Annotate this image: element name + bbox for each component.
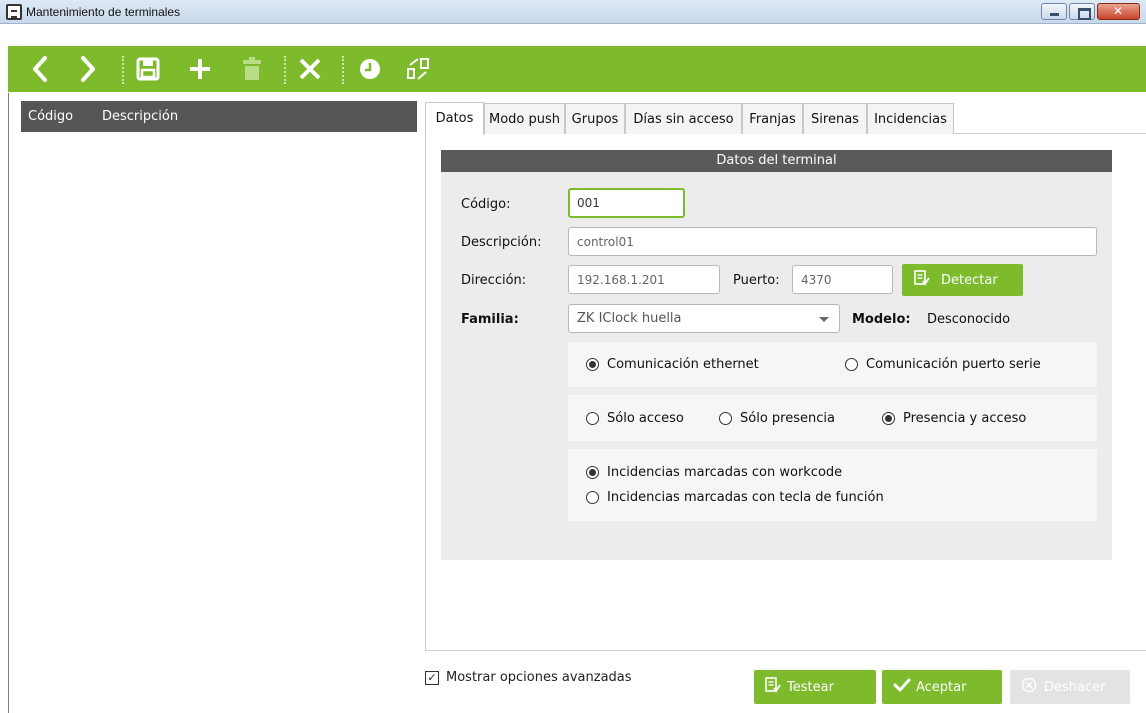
save-icon[interactable] — [130, 46, 166, 92]
tab-grupos[interactable]: Grupos — [565, 103, 625, 134]
minimize-button[interactable] — [1041, 3, 1067, 20]
testear-label: Testear — [787, 679, 834, 695]
toolbar-separator — [342, 56, 344, 84]
descripcion-input[interactable]: control01 — [568, 227, 1097, 256]
window-title-bar: Mantenimiento de terminales — [0, 0, 1146, 24]
checkbox-checked: ✓ — [425, 670, 439, 685]
column-header-descripcion[interactable]: Descripción — [102, 109, 178, 124]
puerto-input[interactable]: 4370 — [792, 265, 893, 294]
tab-datos[interactable]: Datos — [425, 102, 484, 135]
toolbar — [8, 46, 1146, 92]
incidencias-group: Incidencias marcadas con workcode Incide… — [568, 449, 1097, 521]
window-title: Mantenimiento de terminales — [26, 5, 181, 19]
familia-select[interactable]: ZK IClock huella — [568, 304, 840, 333]
list-header: Código Descripción — [21, 101, 417, 132]
trash-icon[interactable] — [234, 46, 270, 92]
chevron-right-icon[interactable] — [70, 46, 106, 92]
maximize-button[interactable] — [1069, 3, 1095, 20]
aceptar-button[interactable]: Aceptar — [882, 670, 1002, 704]
codigo-label: Código: — [461, 197, 511, 212]
codigo-input[interactable]: 001 — [568, 188, 685, 218]
cancel-circle-icon — [1021, 677, 1037, 697]
deshacer-button[interactable]: Deshacer — [1010, 670, 1130, 704]
radio-presencia-acceso[interactable]: Presencia y acceso — [882, 411, 1026, 426]
radio-incidencias-workcode[interactable]: Incidencias marcadas con workcode — [586, 465, 842, 480]
testear-button[interactable]: Testear — [754, 670, 876, 704]
aceptar-label: Aceptar — [916, 679, 967, 695]
toolbar-spacer — [8, 24, 1146, 46]
tab-sirenas[interactable]: Sirenas — [803, 103, 867, 134]
window-left-border — [8, 93, 9, 713]
radio-button — [586, 491, 599, 504]
radio-label: Incidencias marcadas con workcode — [607, 465, 843, 480]
radio-button — [586, 412, 599, 425]
radio-label: Incidencias marcadas con tecla de funció… — [607, 490, 884, 505]
direccion-input[interactable]: 192.168.1.201 — [568, 265, 720, 294]
comunicacion-group: Comunicación ethernet Comunicación puert… — [568, 342, 1097, 387]
puerto-label: Puerto: — [733, 273, 780, 288]
detectar-label: Detectar — [941, 272, 998, 288]
direccion-label: Dirección: — [461, 273, 527, 288]
familia-value: ZK IClock huella — [577, 311, 682, 326]
modelo-value: Desconocido — [927, 312, 1011, 327]
radio-label: Sólo acceso — [607, 411, 684, 426]
modelo-label: Modelo: — [852, 312, 911, 327]
radio-comunicacion-serie[interactable]: Comunicación puerto serie — [845, 357, 1041, 372]
tab-incidencias[interactable]: Incidencias — [867, 103, 954, 134]
checkbox-label: Mostrar opciones avanzadas — [446, 670, 632, 685]
radio-label: Comunicación puerto serie — [866, 357, 1041, 372]
close-window-button[interactable] — [1097, 3, 1140, 20]
radio-comunicacion-ethernet[interactable]: Comunicación ethernet — [586, 357, 759, 372]
radio-incidencias-tecla[interactable]: Incidencias marcadas con tecla de funció… — [586, 490, 884, 505]
detectar-button[interactable]: Detectar — [902, 264, 1023, 296]
column-header-codigo[interactable]: Código — [28, 109, 73, 124]
tab-franjas[interactable]: Franjas — [742, 103, 803, 134]
radio-label: Sólo presencia — [740, 411, 835, 426]
radio-button-checked — [586, 358, 599, 371]
tab-modo-push[interactable]: Modo push — [484, 103, 565, 134]
transfer-icon[interactable] — [400, 46, 436, 92]
detect-icon — [914, 270, 930, 290]
app-icon — [6, 4, 22, 20]
chevron-down-icon — [819, 317, 829, 322]
radio-button — [719, 412, 732, 425]
toolbar-separator — [284, 56, 286, 84]
check-icon — [893, 677, 911, 697]
plus-icon[interactable] — [182, 46, 218, 92]
radio-solo-presencia[interactable]: Sólo presencia — [719, 411, 835, 426]
radio-solo-acceso[interactable]: Sólo acceso — [586, 411, 684, 426]
clock-icon[interactable] — [352, 46, 388, 92]
toolbar-separator — [122, 56, 124, 84]
radio-label: Presencia y acceso — [903, 411, 1027, 426]
test-icon — [765, 677, 781, 697]
familia-label: Familia: — [461, 312, 519, 327]
mostrar-opciones-avanzadas-checkbox[interactable]: ✓ Mostrar opciones avanzadas — [425, 670, 632, 685]
panel-header: Datos del terminal — [441, 150, 1112, 172]
modo-group: Sólo acceso Sólo presencia Presencia y a… — [568, 395, 1097, 441]
deshacer-label: Deshacer — [1044, 679, 1106, 695]
terminal-data-panel: Datos del terminal Código: 001 Descripci… — [441, 150, 1112, 560]
tab-dias-sin-acceso[interactable]: Días sin acceso — [625, 103, 742, 134]
descripcion-label: Descripción: — [461, 235, 542, 250]
radio-button — [845, 358, 858, 371]
radio-button-checked — [882, 412, 895, 425]
close-icon[interactable] — [292, 46, 328, 92]
radio-label: Comunicación ethernet — [607, 357, 759, 372]
chevron-left-icon[interactable] — [22, 46, 58, 92]
radio-button-checked — [586, 466, 599, 479]
